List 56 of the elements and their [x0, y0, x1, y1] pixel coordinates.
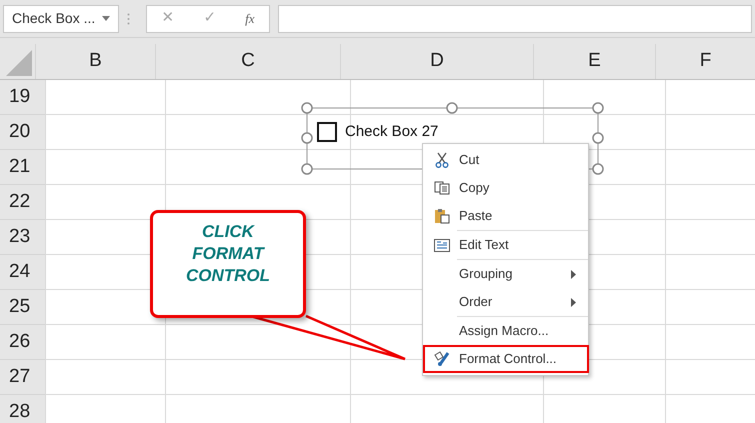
menu-item[interactable]: Cut — [423, 146, 588, 174]
column-header[interactable]: C — [155, 44, 340, 79]
name-box[interactable]: Check Box ... — [3, 4, 119, 32]
table-cell[interactable] — [45, 80, 165, 115]
table-cell[interactable] — [665, 185, 755, 220]
checkbox[interactable] — [317, 122, 337, 142]
callout-text: FORMAT — [192, 243, 264, 265]
column-header[interactable]: D — [340, 44, 533, 79]
menu-item[interactable]: Copy — [423, 174, 588, 202]
table-cell[interactable] — [165, 360, 350, 395]
row-header[interactable]: 20 — [0, 115, 45, 150]
submenu-arrow-icon — [571, 270, 576, 278]
formula-input[interactable] — [278, 4, 752, 32]
table-cell[interactable] — [665, 80, 755, 115]
callout-text: CONTROL — [186, 265, 270, 287]
select-all-icon[interactable] — [6, 50, 32, 76]
table-cell[interactable] — [665, 290, 755, 325]
row-header[interactable]: 27 — [0, 360, 45, 395]
row-header[interactable]: 23 — [0, 220, 45, 255]
row-header[interactable]: 24 — [0, 255, 45, 290]
menu-item[interactable]: Paste — [423, 202, 588, 230]
submenu-arrow-icon — [571, 298, 576, 306]
scissors-icon — [435, 152, 449, 168]
insert-function-button[interactable]: fx — [245, 8, 255, 28]
clipboard-icon — [434, 208, 450, 224]
menu-item[interactable]: Edit Text — [423, 231, 588, 259]
table-cell[interactable] — [665, 255, 755, 290]
row-header[interactable]: 21 — [0, 150, 45, 185]
callout-text: CLICK — [202, 221, 254, 243]
table-cell[interactable] — [45, 150, 165, 185]
column-header[interactable]: B — [35, 44, 155, 79]
menu-item[interactable]: Order — [423, 288, 588, 316]
grip-icon — [127, 12, 130, 24]
checkbox-label: Check Box 27 — [345, 123, 438, 141]
row-header[interactable]: 25 — [0, 290, 45, 325]
table-cell[interactable] — [665, 115, 755, 150]
table-cell[interactable] — [665, 325, 755, 360]
table-cell[interactable] — [665, 150, 755, 185]
row-header[interactable]: 28 — [0, 395, 45, 423]
row-header[interactable]: 22 — [0, 185, 45, 220]
table-cell[interactable] — [665, 220, 755, 255]
table-cell[interactable] — [665, 360, 755, 395]
text-box-icon — [434, 238, 450, 252]
menu-item[interactable]: Assign Macro... — [423, 317, 588, 345]
row-header[interactable]: 19 — [0, 80, 45, 115]
copy-icon — [434, 181, 450, 195]
table-cell[interactable] — [45, 360, 165, 395]
menu-item[interactable]: Format Control... — [423, 345, 589, 373]
table-cell[interactable] — [45, 115, 165, 150]
column-header[interactable]: E — [533, 44, 655, 79]
menu-item[interactable]: Grouping — [423, 260, 588, 288]
column-header[interactable]: F — [655, 44, 755, 79]
row-header[interactable]: 26 — [0, 325, 45, 360]
brush-icon — [433, 351, 451, 367]
table-cell[interactable] — [45, 325, 165, 360]
dropdown-icon — [102, 16, 110, 21]
